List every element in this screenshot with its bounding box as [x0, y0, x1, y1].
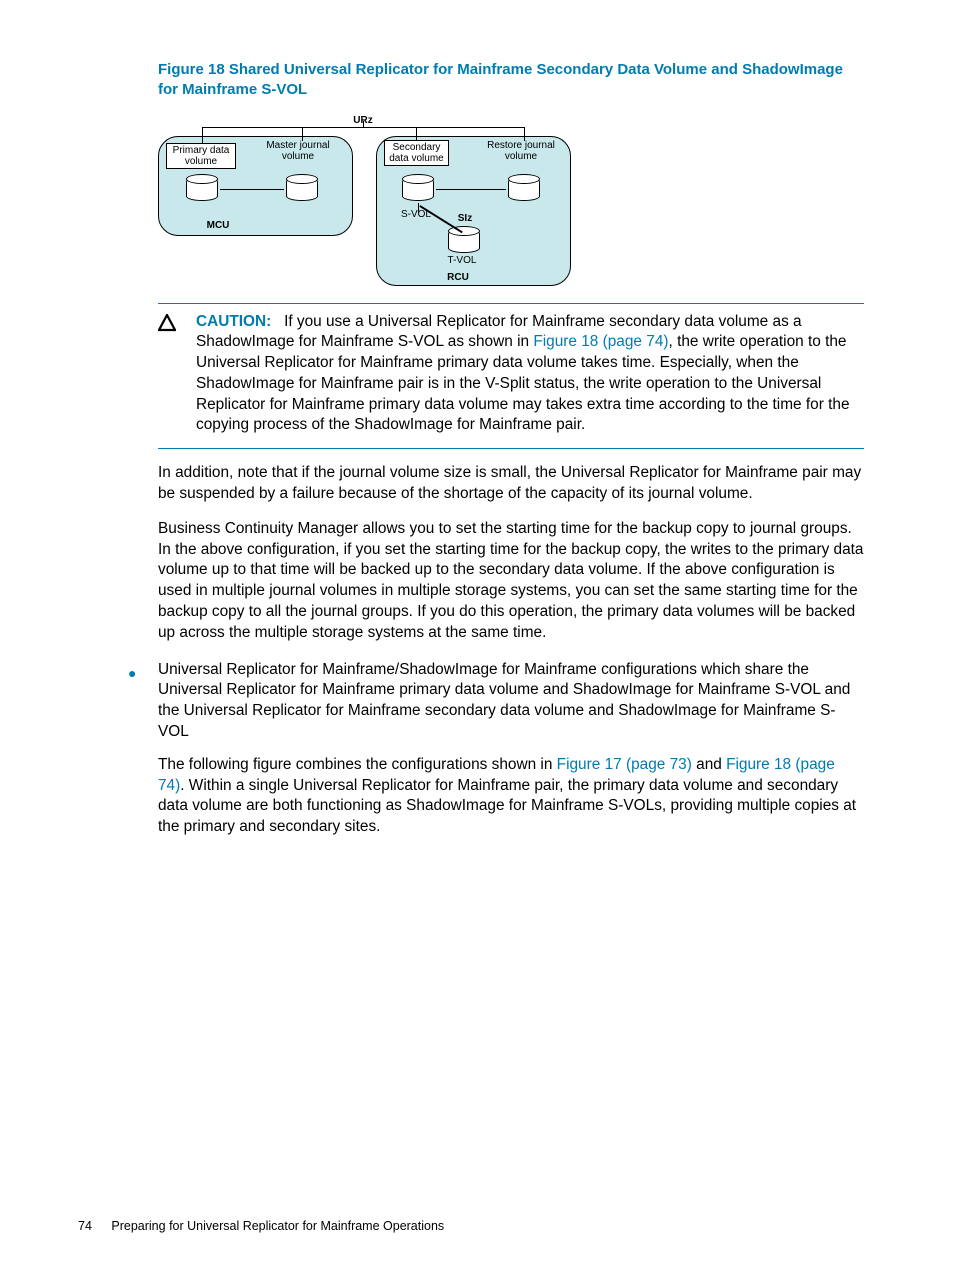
- page-footer: 74 Preparing for Universal Replicator fo…: [78, 1218, 444, 1235]
- cylinder-icon: [186, 177, 218, 201]
- separator: [158, 448, 864, 449]
- secondary-data-volume-label: Secondarydata volume: [384, 140, 449, 166]
- mcu-label: MCU: [198, 220, 238, 231]
- figure-17-link[interactable]: Figure 17 (page 73): [557, 756, 692, 773]
- caution-label: CAUTION:: [196, 313, 271, 330]
- master-journal-label: Master journalvolume: [258, 140, 338, 162]
- caution-icon: [158, 312, 178, 437]
- siz-label: SIz: [452, 213, 478, 224]
- tvol-label: T-VOL: [442, 255, 482, 266]
- list-paragraph: Universal Replicator for Mainframe/Shado…: [158, 660, 864, 743]
- cylinder-icon: [448, 229, 480, 253]
- bullet-item: ● Universal Replicator for Mainframe/Sha…: [78, 660, 864, 838]
- cylinder-icon: [508, 177, 540, 201]
- restore-journal-label: Restore journalvolume: [480, 140, 562, 162]
- rcu-label: RCU: [438, 272, 478, 283]
- primary-data-volume-label: Primary datavolume: [166, 143, 236, 169]
- page-number: 74: [78, 1219, 92, 1233]
- body-paragraph: Business Continuity Manager allows you t…: [158, 519, 864, 644]
- list-paragraph: The following figure combines the config…: [158, 755, 864, 838]
- figure-diagram: URz Primary datavolume Master journalvol…: [158, 115, 864, 285]
- figure-18-link[interactable]: Figure 18 (page 74): [533, 333, 668, 350]
- separator: [158, 303, 864, 304]
- bullet-icon: ●: [78, 660, 158, 838]
- figure-caption: Figure 18 Shared Universal Replicator fo…: [158, 60, 864, 101]
- body-paragraph: In addition, note that if the journal vo…: [158, 463, 864, 505]
- caution-block: CAUTION: If you use a Universal Replicat…: [158, 312, 864, 437]
- footer-title: Preparing for Universal Replicator for M…: [111, 1219, 444, 1233]
- cylinder-icon: [286, 177, 318, 201]
- cylinder-icon: [402, 177, 434, 201]
